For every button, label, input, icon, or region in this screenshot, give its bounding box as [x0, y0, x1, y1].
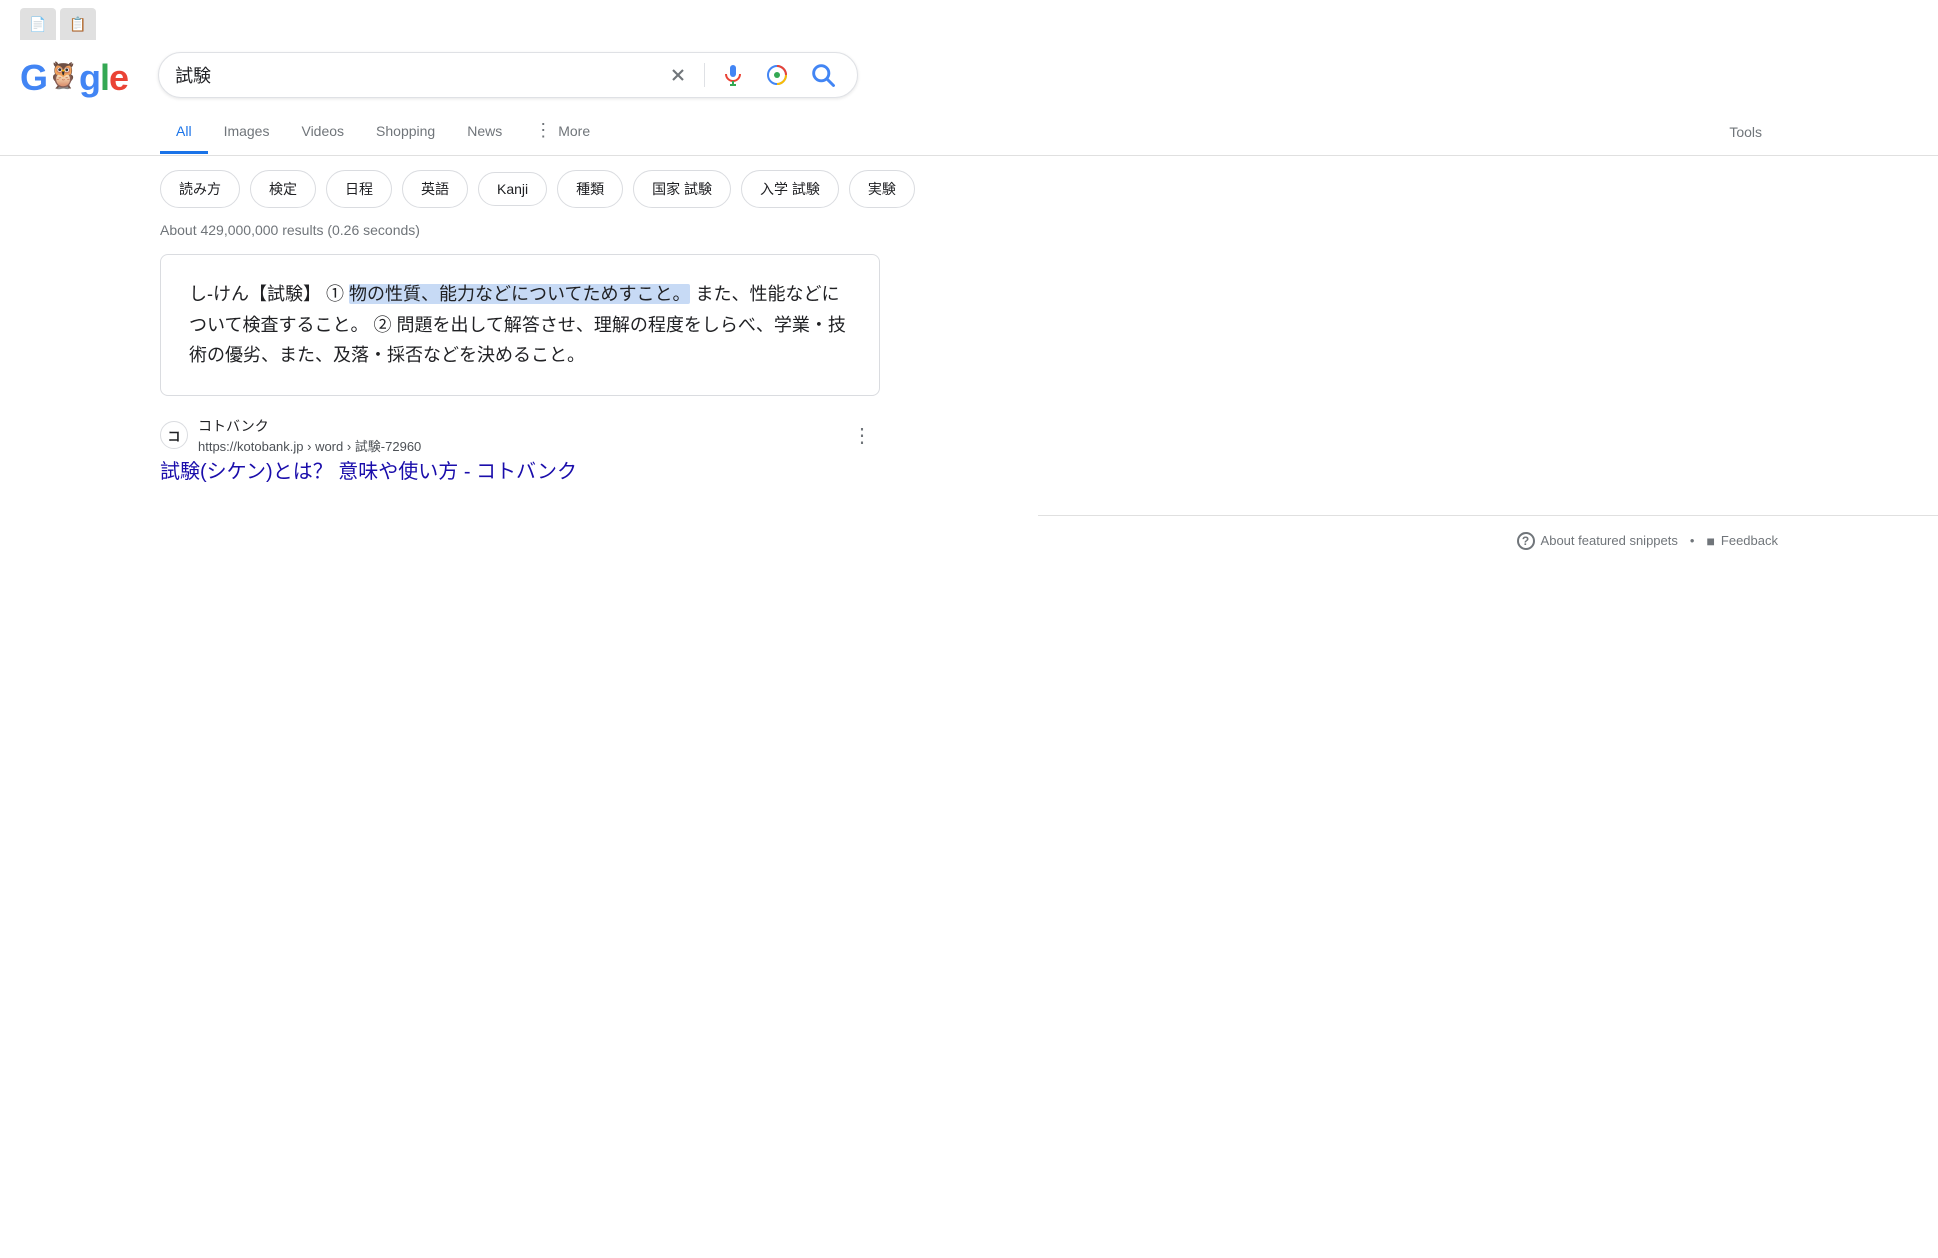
featured-snippet: し‐けん【試験】 ① 物の性質、能力などについてためすこと。 また、性能などにつ…: [160, 254, 880, 396]
snippet-highlighted-text: 物の性質、能力などについてためすこと。: [349, 284, 690, 304]
voice-search-button[interactable]: [717, 59, 749, 91]
suggestion-pill-4[interactable]: Kanji: [478, 172, 547, 206]
clear-button[interactable]: [664, 61, 692, 89]
tab-shopping[interactable]: Shopping: [360, 111, 451, 154]
logo-letter-g2: g: [79, 57, 100, 98]
about-snippets-text: About featured snippets: [1541, 533, 1678, 548]
browser-tab-1[interactable]: 📄: [20, 8, 56, 40]
help-icon: ?: [1517, 532, 1535, 550]
suggestion-pill-8[interactable]: 実験: [849, 170, 915, 208]
search-bar: 試験: [158, 52, 858, 98]
close-icon: [668, 65, 688, 85]
google-logo[interactable]: G 🦉 gle: [20, 54, 128, 96]
suggestion-pill-2[interactable]: 日程: [326, 170, 392, 208]
dot-separator: •: [1690, 533, 1695, 548]
snippet-text-before: し‐けん【試験】 ①: [189, 284, 349, 304]
suggestion-pill-5[interactable]: 種類: [557, 170, 623, 208]
mic-icon: [721, 63, 745, 87]
search-input[interactable]: 試験: [175, 65, 654, 86]
result-title[interactable]: 試験(シケン)とは？ 意味や使い方 - コトバンク: [160, 459, 880, 485]
more-dots-icon: ⋮: [534, 120, 552, 141]
tab-news[interactable]: News: [451, 111, 518, 154]
snippet-text: し‐けん【試験】 ① 物の性質、能力などについてためすこと。 また、性能などにつ…: [189, 279, 851, 371]
logo-letter-l: l: [100, 57, 109, 98]
suggestions-row: 読み方 検定 日程 英語 Kanji 種類 国家 試験 入学 試験 実験: [0, 156, 1938, 222]
result-favicon: コ: [160, 421, 188, 449]
tab-images[interactable]: Images: [208, 111, 286, 154]
search-bar-wrapper: 試験: [158, 52, 858, 98]
nav-tabs: All Images Videos Shopping News ⋮ More T…: [0, 104, 1938, 156]
result-source: コ コトバンク https://kotobank.jp › word › 試験-…: [160, 416, 880, 455]
result-site-info: コトバンク https://kotobank.jp › word › 試験-72…: [198, 416, 421, 455]
tab-videos[interactable]: Videos: [285, 111, 360, 154]
google-lens-button[interactable]: [761, 59, 793, 91]
search-icon: [809, 61, 837, 89]
feedback-text: Feedback: [1721, 533, 1778, 548]
logo-decoration-icon: 🦉: [47, 56, 79, 92]
lens-icon: [765, 63, 789, 87]
suggestion-pill-7[interactable]: 入学 試験: [741, 170, 839, 208]
feedback-icon: ■: [1706, 533, 1714, 549]
result-site-name: コトバンク: [198, 416, 421, 436]
header: G 🦉 gle 試験: [0, 40, 1938, 98]
feedback-link[interactable]: ■ Feedback: [1706, 533, 1778, 549]
logo-letter-e: e: [109, 57, 128, 98]
results-area: About 429,000,000 results (0.26 seconds)…: [0, 222, 1938, 485]
search-divider: [704, 63, 705, 87]
about-snippets-link[interactable]: ? About featured snippets: [1517, 532, 1678, 550]
result-item: コ コトバンク https://kotobank.jp › word › 試験-…: [160, 416, 880, 485]
suggestion-pill-1[interactable]: 検定: [250, 170, 316, 208]
suggestion-pill-0[interactable]: 読み方: [160, 170, 240, 208]
logo-letter-g: G: [20, 57, 47, 98]
tab-all[interactable]: All: [160, 111, 208, 154]
result-menu-button[interactable]: ⋮: [844, 419, 880, 452]
result-url: https://kotobank.jp › word › 試験-72960: [198, 436, 421, 455]
tools-button[interactable]: Tools: [1713, 112, 1778, 152]
bottom-bar: ? About featured snippets • ■ Feedback: [1038, 515, 1938, 566]
results-count: About 429,000,000 results (0.26 seconds): [160, 222, 1778, 238]
tab-more[interactable]: ⋮ More: [518, 108, 606, 156]
svg-text:🦉: 🦉: [47, 60, 78, 90]
browser-tab-2[interactable]: 📋: [60, 8, 96, 40]
browser-tabs: 📄 📋: [0, 0, 1938, 40]
search-button[interactable]: [805, 57, 841, 93]
suggestion-pill-6[interactable]: 国家 試験: [633, 170, 731, 208]
logo-icon-wrapper: 🦉: [47, 56, 79, 92]
suggestion-pill-3[interactable]: 英語: [402, 170, 468, 208]
search-bar-icons: [664, 57, 841, 93]
